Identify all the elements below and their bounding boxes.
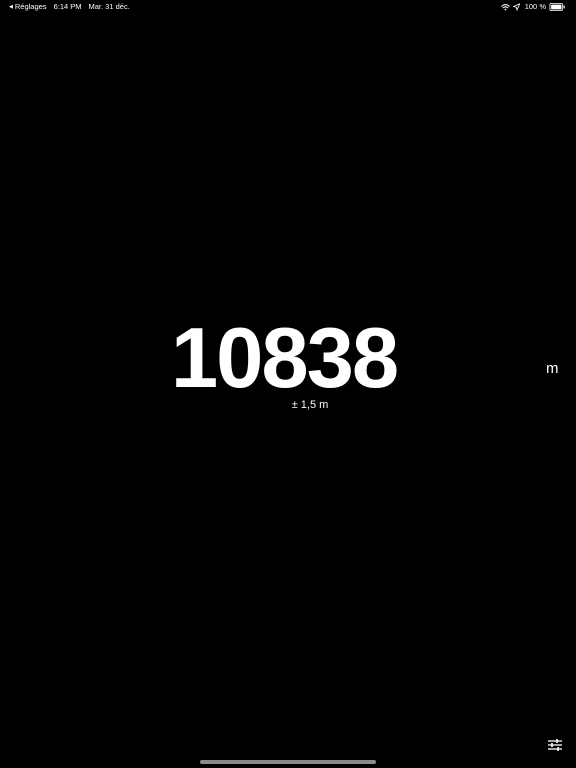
location-arrow-icon [512, 3, 520, 11]
battery-icon [549, 3, 565, 11]
unit-label[interactable]: m [546, 360, 559, 378]
wifi-icon [500, 4, 510, 11]
back-chevron-icon: ◀ [9, 4, 13, 10]
status-date: Mar. 31 déc. [88, 2, 130, 11]
altitude-accuracy: ± 1,5 m [291, 399, 329, 411]
status-bar-left: ◀ Réglages 6:14 PM Mar. 31 déc. [9, 0, 130, 14]
status-bar: ◀ Réglages 6:14 PM Mar. 31 déc. 100 % [0, 0, 576, 14]
sliders-icon[interactable] [546, 737, 564, 753]
status-time: 6:14 PM [53, 2, 82, 11]
battery-percentage: 100 % [524, 2, 546, 11]
altitude-value: 10838 [170, 311, 399, 406]
status-bar-right: 100 % [500, 0, 566, 14]
back-link-label: Réglages [14, 2, 47, 11]
back-to-settings-link[interactable]: ◀ Réglages [9, 0, 47, 14]
home-indicator[interactable] [200, 760, 376, 764]
